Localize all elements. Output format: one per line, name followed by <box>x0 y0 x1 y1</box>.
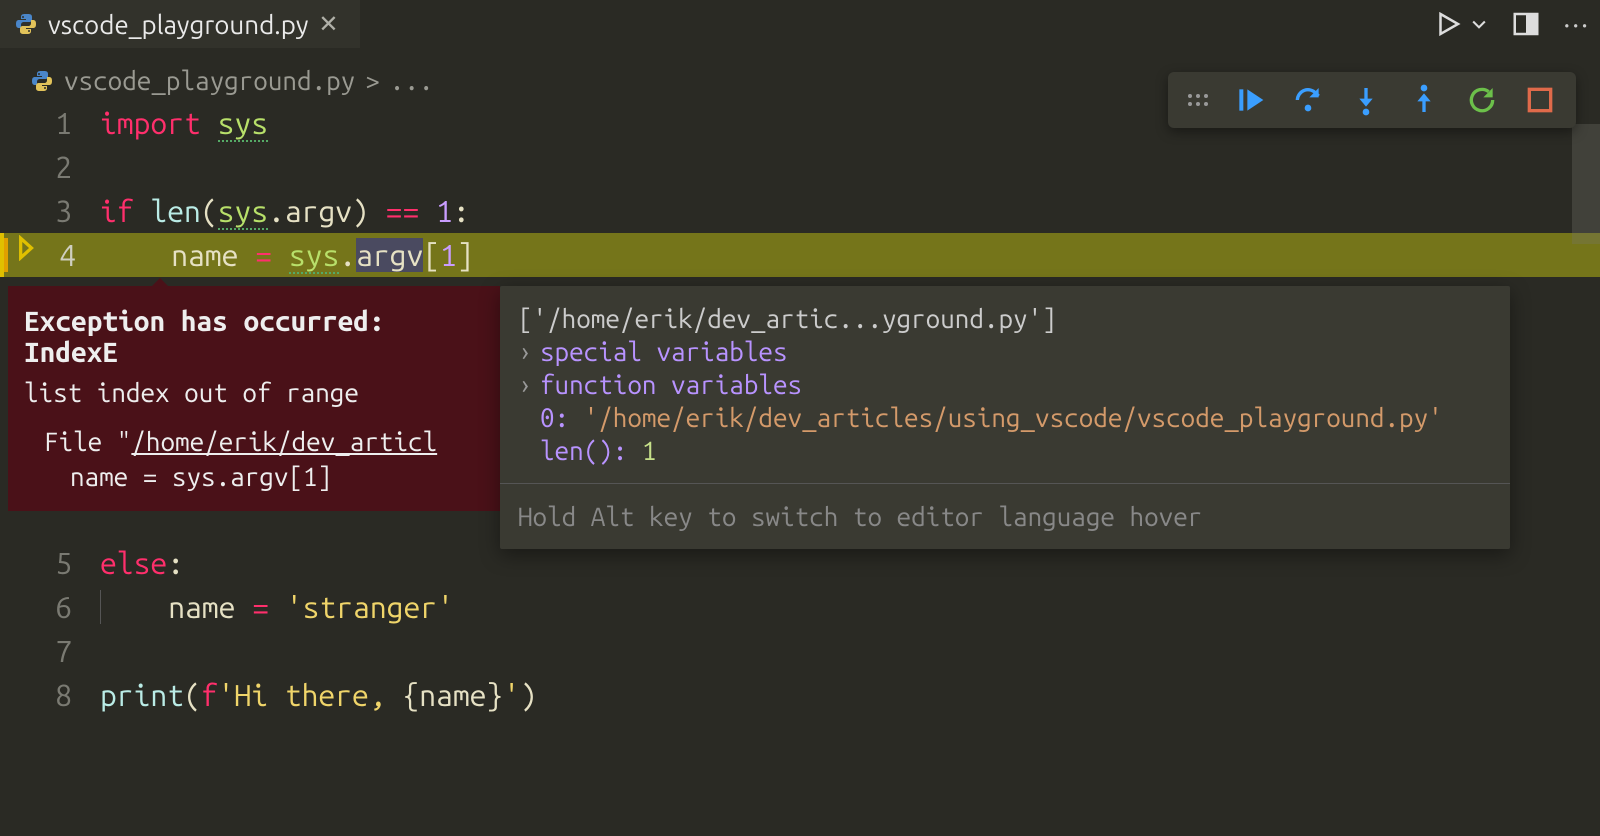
stop-icon[interactable] <box>1524 84 1556 116</box>
breadcrumb-suffix: ... <box>390 66 434 95</box>
exception-stack: File "/home/erik/dev_articl name = sys.a… <box>24 427 484 491</box>
code-line-4-current[interactable]: 4 name = sys.argv[1] <box>0 233 1600 277</box>
minimap-slider[interactable] <box>1572 124 1600 244</box>
debug-toolbar[interactable] <box>1168 72 1576 128</box>
more-actions-icon[interactable]: ··· <box>1563 9 1590 40</box>
restart-icon[interactable] <box>1466 84 1498 116</box>
code-line-7[interactable]: 7 <box>0 629 1600 673</box>
hover-len: len(): 1 <box>518 436 1492 465</box>
continue-icon[interactable] <box>1234 84 1266 116</box>
close-icon[interactable]: ✕ <box>318 10 338 38</box>
hover-special-variables[interactable]: ›special variables <box>518 337 1492 366</box>
hover-repr: ['/home/erik/dev_artic...yground.py'] <box>518 304 1492 333</box>
step-into-icon[interactable] <box>1350 84 1382 116</box>
hover-footer-hint: Hold Alt key to switch to editor languag… <box>500 483 1510 549</box>
code-line-3[interactable]: 3 if len(sys.argv) == 1: <box>0 189 1600 233</box>
exception-title: Exception has occurred: IndexE <box>24 306 484 368</box>
run-icon[interactable] <box>1433 9 1463 39</box>
line-number: 6 <box>0 590 100 624</box>
line-number: 5 <box>0 546 100 580</box>
tab-filename: vscode_playground.py <box>48 10 308 39</box>
breakpoint-indicator-icon <box>12 235 38 261</box>
line-number: 1 <box>0 106 100 140</box>
exception-file-link[interactable]: /home/erik/dev_articl <box>131 427 437 456</box>
line-number: 2 <box>0 150 100 184</box>
exception-panel: Exception has occurred: IndexE list inde… <box>8 286 500 511</box>
code-line-8[interactable]: 8 print(f'Hi there, {name}') <box>0 673 1600 717</box>
exception-message: list index out of range <box>24 378 484 407</box>
line-number: 7 <box>0 634 100 668</box>
chevron-right-icon: › <box>518 370 540 399</box>
exception-code-line: name = sys.argv[1] <box>44 462 484 491</box>
editor-tab[interactable]: vscode_playground.py ✕ <box>0 0 360 48</box>
chevron-down-icon[interactable] <box>1469 14 1489 34</box>
hover-function-variables[interactable]: ›function variables <box>518 370 1492 399</box>
drag-handle-icon[interactable] <box>1188 94 1208 106</box>
code-line-6[interactable]: 6 name = 'stranger' <box>0 585 1600 629</box>
title-actions: ··· <box>1433 0 1590 48</box>
breadcrumb-separator: > <box>365 66 380 95</box>
step-out-icon[interactable] <box>1408 84 1440 116</box>
chevron-right-icon: › <box>518 337 540 366</box>
hover-index-0[interactable]: 0: '/home/erik/dev_articles/using_vscode… <box>518 403 1492 432</box>
breadcrumb-filename: vscode_playground.py <box>64 66 355 95</box>
tab-bar: vscode_playground.py ✕ ··· <box>0 0 1600 48</box>
debug-hover-panel: ['/home/erik/dev_artic...yground.py'] ›s… <box>500 286 1510 549</box>
code-line-2[interactable]: 2 <box>0 145 1600 189</box>
line-number: 3 <box>0 194 100 228</box>
step-over-icon[interactable] <box>1292 84 1324 116</box>
line-number: 8 <box>0 678 100 712</box>
split-editor-icon[interactable] <box>1511 9 1541 39</box>
python-icon <box>14 12 38 36</box>
python-icon <box>30 69 54 93</box>
